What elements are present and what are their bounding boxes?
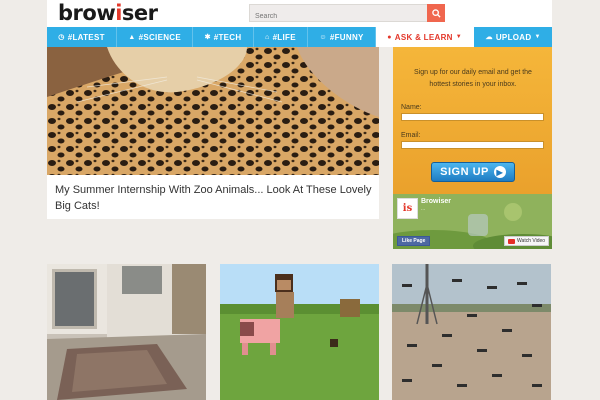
story-card-porch[interactable] xyxy=(47,264,206,400)
fb-page-subtitle: ... xyxy=(421,206,426,212)
featured-image-leopard[interactable] xyxy=(47,47,379,175)
story-card-drones[interactable] xyxy=(392,264,551,400)
main-nav: ◷ #LATEST ▲ #SCIENCE ✱ #TECH ⌂ #LIFE ☺ #FUNNY… xyxy=(47,27,552,47)
nav-ask-learn[interactable]: ● ASK & LEARN ▼ xyxy=(375,27,475,47)
nav-life[interactable]: ⌂ #LIFE xyxy=(254,27,309,47)
email-label: Email: xyxy=(401,132,421,139)
flask-icon: ▲ xyxy=(128,33,136,41)
watch-video-button[interactable]: Watch Video xyxy=(504,236,550,246)
chevron-down-icon: ▼ xyxy=(534,34,541,40)
name-field[interactable] xyxy=(401,113,544,121)
clock-icon: ◷ xyxy=(58,34,65,41)
search-icon xyxy=(431,8,441,18)
chevron-down-icon: ▼ xyxy=(455,34,462,40)
fb-page-name: Browiser xyxy=(421,198,451,205)
story-image-porch xyxy=(47,264,206,400)
featured-story-title[interactable]: My Summer Internship With Zoo Animals...… xyxy=(55,182,375,214)
youtube-icon xyxy=(508,238,515,244)
search-box xyxy=(249,4,445,25)
signup-button[interactable]: SIGN UP ▶ xyxy=(431,162,515,182)
home-icon: ⌂ xyxy=(265,33,270,41)
story-card-minecraft[interactable] xyxy=(220,264,379,400)
browiser-page-avatar: is xyxy=(397,198,418,219)
smiley-icon: ☺ xyxy=(319,33,327,41)
comment-icon: ● xyxy=(387,33,392,41)
nav-science[interactable]: ▲ #SCIENCE xyxy=(117,27,194,47)
featured-story-card[interactable]: My Summer Internship With Zoo Animals...… xyxy=(47,47,379,219)
site-logo[interactable]: browiser xyxy=(58,1,158,25)
signup-description: Sign up for our daily email and get the … xyxy=(414,69,532,88)
email-field[interactable] xyxy=(401,141,544,149)
story-image-minecraft xyxy=(220,264,379,400)
header-bar: browiser xyxy=(47,0,552,27)
newsletter-signup: Sign up for our daily email and get the … xyxy=(393,47,552,194)
nav-latest[interactable]: ◷ #LATEST xyxy=(47,27,118,47)
facebook-page-widget[interactable]: is Browiser ... Like Page Watch Video xyxy=(393,194,552,249)
story-image-drones xyxy=(392,264,551,400)
name-label: Name: xyxy=(401,104,422,111)
nav-tech[interactable]: ✱ #TECH xyxy=(193,27,254,47)
arrow-right-icon: ▶ xyxy=(493,166,506,178)
nav-upload[interactable]: ☁ UPLOAD ▼ xyxy=(474,27,552,47)
nav-funny[interactable]: ☺ #FUNNY xyxy=(308,27,376,47)
search-input[interactable] xyxy=(250,8,428,25)
fb-like-button[interactable]: Like Page xyxy=(397,236,431,246)
search-button[interactable] xyxy=(427,4,445,22)
gear-icon: ✱ xyxy=(204,34,211,41)
cloud-upload-icon: ☁ xyxy=(485,34,493,41)
